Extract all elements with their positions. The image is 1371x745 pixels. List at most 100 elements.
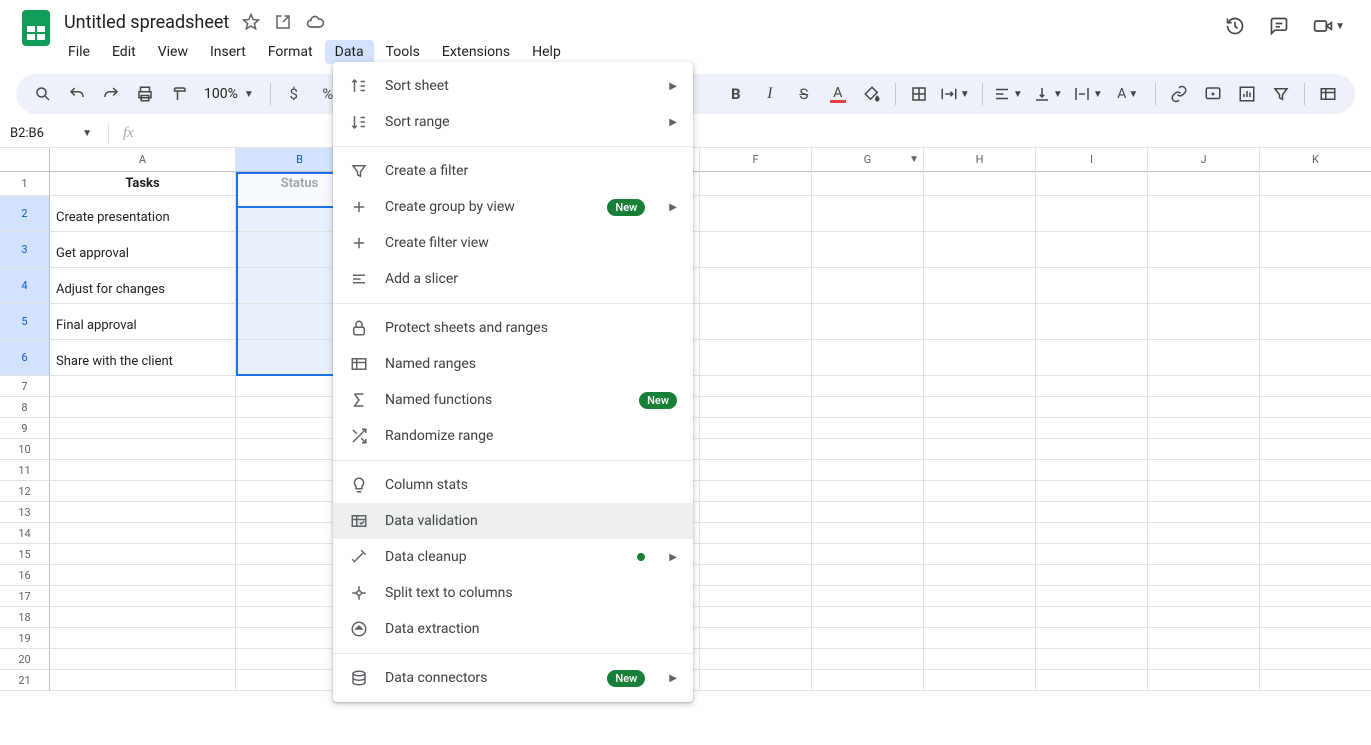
- menu-view[interactable]: View: [148, 40, 198, 64]
- cell-K8[interactable]: [1260, 397, 1371, 418]
- cell-I2[interactable]: [1036, 196, 1148, 232]
- cell-J12[interactable]: [1148, 481, 1260, 502]
- menu-file[interactable]: File: [58, 40, 100, 64]
- halign-button[interactable]: ▼: [991, 79, 1027, 109]
- strikethrough-button[interactable]: S: [789, 79, 819, 109]
- cell-H3[interactable]: [924, 232, 1036, 268]
- meet-icon[interactable]: ▼: [1313, 16, 1347, 36]
- cell-G15[interactable]: [812, 544, 924, 565]
- menu-item-named-ranges[interactable]: Named ranges: [333, 346, 693, 382]
- menu-item-sort-sheet[interactable]: Sort sheet▶: [333, 68, 693, 104]
- row-header-1[interactable]: 1: [0, 172, 50, 196]
- cell-H21[interactable]: [924, 670, 1036, 691]
- cell-A17[interactable]: [50, 586, 236, 607]
- menu-item-create-filter-view[interactable]: Create filter view: [333, 225, 693, 261]
- cell-J7[interactable]: [1148, 376, 1260, 397]
- cell-K16[interactable]: [1260, 565, 1371, 586]
- col-header-K[interactable]: K: [1260, 148, 1371, 172]
- menu-item-named-functions[interactable]: Named functionsNew: [333, 382, 693, 418]
- menu-tools[interactable]: Tools: [376, 40, 430, 64]
- history-icon[interactable]: [1225, 16, 1245, 36]
- borders-button[interactable]: [904, 79, 934, 109]
- filter-button[interactable]: [1266, 79, 1296, 109]
- row-header-21[interactable]: 21: [0, 670, 50, 691]
- cell-G20[interactable]: [812, 649, 924, 670]
- cell-J16[interactable]: [1148, 565, 1260, 586]
- cell-K19[interactable]: [1260, 628, 1371, 649]
- zoom-select[interactable]: 100%▼: [198, 86, 262, 102]
- cell-J3[interactable]: [1148, 232, 1260, 268]
- col-header-J[interactable]: J: [1148, 148, 1260, 172]
- cell-K18[interactable]: [1260, 607, 1371, 628]
- cell-F6[interactable]: [700, 340, 812, 376]
- italic-button[interactable]: I: [755, 79, 785, 109]
- cell-F17[interactable]: [700, 586, 812, 607]
- menu-data[interactable]: Data: [325, 40, 374, 64]
- cell-F2[interactable]: [700, 196, 812, 232]
- cell-A1[interactable]: Tasks: [50, 172, 236, 196]
- cell-J18[interactable]: [1148, 607, 1260, 628]
- cell-I18[interactable]: [1036, 607, 1148, 628]
- menu-item-create-filter[interactable]: Create a filter: [333, 153, 693, 189]
- redo-icon[interactable]: [96, 79, 126, 109]
- paint-format-icon[interactable]: [164, 79, 194, 109]
- row-header-14[interactable]: 14: [0, 523, 50, 544]
- star-icon[interactable]: [241, 12, 261, 32]
- cell-H14[interactable]: [924, 523, 1036, 544]
- wrap-button[interactable]: ▼: [1071, 79, 1107, 109]
- col-header-I[interactable]: I: [1036, 148, 1148, 172]
- cell-G1[interactable]: [812, 172, 924, 196]
- cell-I14[interactable]: [1036, 523, 1148, 544]
- cell-A21[interactable]: [50, 670, 236, 691]
- document-title[interactable]: Untitled spreadsheet: [64, 12, 229, 33]
- cell-I13[interactable]: [1036, 502, 1148, 523]
- col-header-G[interactable]: G▼: [812, 148, 924, 172]
- menu-edit[interactable]: Edit: [102, 40, 146, 64]
- cell-K1[interactable]: [1260, 172, 1371, 196]
- cell-I7[interactable]: [1036, 376, 1148, 397]
- cell-H20[interactable]: [924, 649, 1036, 670]
- cell-K15[interactable]: [1260, 544, 1371, 565]
- cell-K21[interactable]: [1260, 670, 1371, 691]
- cell-F15[interactable]: [700, 544, 812, 565]
- cell-I21[interactable]: [1036, 670, 1148, 691]
- cell-J9[interactable]: [1148, 418, 1260, 439]
- cell-I9[interactable]: [1036, 418, 1148, 439]
- cell-F3[interactable]: [700, 232, 812, 268]
- cell-J17[interactable]: [1148, 586, 1260, 607]
- menu-item-add-slicer[interactable]: Add a slicer: [333, 261, 693, 297]
- cell-K20[interactable]: [1260, 649, 1371, 670]
- cell-A13[interactable]: [50, 502, 236, 523]
- cell-G19[interactable]: [812, 628, 924, 649]
- cell-H13[interactable]: [924, 502, 1036, 523]
- cell-I6[interactable]: [1036, 340, 1148, 376]
- cell-G9[interactable]: [812, 418, 924, 439]
- cell-I16[interactable]: [1036, 565, 1148, 586]
- formula-bar[interactable]: [148, 120, 1371, 147]
- col-header-F[interactable]: F: [700, 148, 812, 172]
- cell-K9[interactable]: [1260, 418, 1371, 439]
- cell-A16[interactable]: [50, 565, 236, 586]
- row-header-10[interactable]: 10: [0, 439, 50, 460]
- cell-J10[interactable]: [1148, 439, 1260, 460]
- cell-H18[interactable]: [924, 607, 1036, 628]
- cell-K13[interactable]: [1260, 502, 1371, 523]
- cell-H4[interactable]: [924, 268, 1036, 304]
- cell-I11[interactable]: [1036, 460, 1148, 481]
- cell-F18[interactable]: [700, 607, 812, 628]
- cell-A8[interactable]: [50, 397, 236, 418]
- cell-H5[interactable]: [924, 304, 1036, 340]
- cell-I8[interactable]: [1036, 397, 1148, 418]
- menu-item-split-text[interactable]: Split text to columns: [333, 575, 693, 611]
- cell-A14[interactable]: [50, 523, 236, 544]
- cell-H17[interactable]: [924, 586, 1036, 607]
- cell-J19[interactable]: [1148, 628, 1260, 649]
- cell-A15[interactable]: [50, 544, 236, 565]
- row-header-16[interactable]: 16: [0, 565, 50, 586]
- col-header-A[interactable]: A: [50, 148, 236, 172]
- row-header-18[interactable]: 18: [0, 607, 50, 628]
- currency-button[interactable]: $: [279, 79, 309, 109]
- cell-F13[interactable]: [700, 502, 812, 523]
- cell-I17[interactable]: [1036, 586, 1148, 607]
- cell-G21[interactable]: [812, 670, 924, 691]
